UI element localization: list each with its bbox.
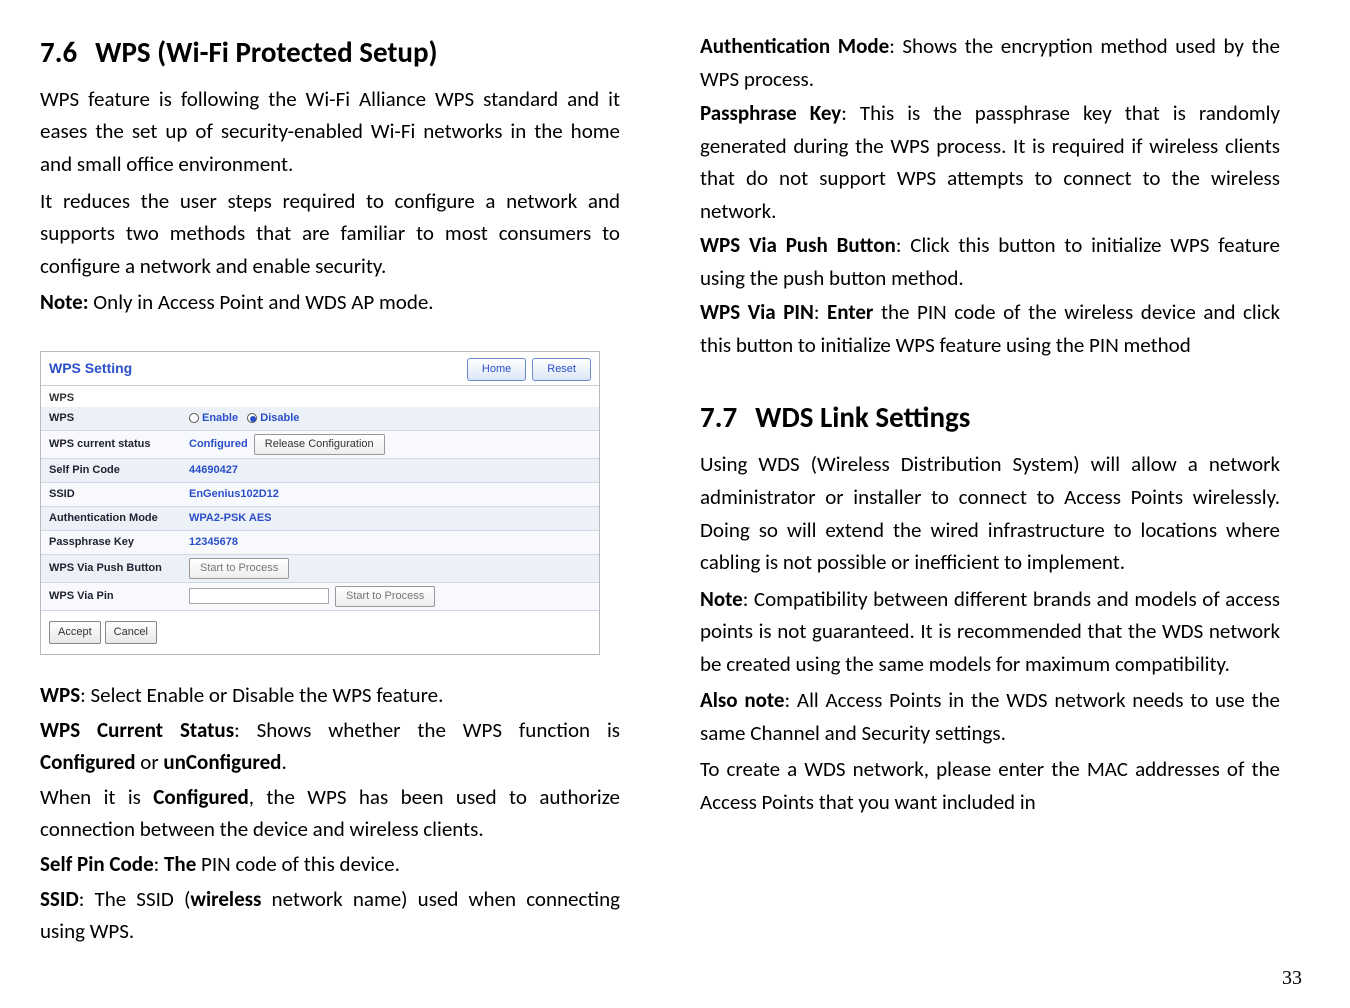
wds-note: Note: Compatibility between different br… [700,583,1280,681]
pin-start-button[interactable]: Start to Process [335,586,435,607]
table-row: WPS current status Configured Release Co… [41,430,599,458]
enable-radio[interactable] [189,413,199,423]
push-row-label: WPS Via Push Button [41,555,181,583]
note-text: Only in Access Point and WDS AP mode. [89,289,434,315]
wps-settings-table: WPS Enable Disable WPS current status Co… [41,407,599,611]
wps-settings-screenshot: WPS Setting Home Reset WPS WPS Enable Di… [40,351,600,656]
def-ssid: SSID: The SSID (wireless network name) u… [40,883,620,948]
table-row: Self Pin Code 44690427 [41,458,599,482]
def-selfpin-colon: : [154,851,164,877]
intro-para-1: WPS feature is following the Wi-Fi Allia… [40,83,620,181]
def-viapin-colon: : [814,299,827,325]
release-config-button[interactable]: Release Configuration [254,434,385,455]
def-pushbutton: WPS Via Push Button: Click this button t… [700,229,1280,294]
cfg-p1a: When it is [40,784,153,810]
wds-para-2: To create a WDS network, please enter th… [700,753,1280,818]
def-wps-term: WPS [40,682,80,708]
table-row: WPS Via Pin Start to Process [41,583,599,611]
def-curstatus-body1: : Shows whether the WPS function is [234,717,620,743]
cancel-button[interactable]: Cancel [105,621,157,644]
page-number: 33 [1282,967,1302,990]
selfpin-row-label: Self Pin Code [41,458,181,482]
def-configured-word: Configured [40,749,136,775]
def-unconfigured-word: unConfigured [163,749,281,775]
disable-radio[interactable] [247,413,257,423]
selfpin-value: 44690427 [181,458,599,482]
reset-button[interactable]: Reset [532,358,591,381]
def-wireless-word: wireless [190,886,261,912]
ssid-row-label: SSID [41,483,181,507]
section-heading-7-6: 7.6 WPS (Wi-Fi Protected Setup) [40,30,620,75]
def-curstatus-term: WPS Current Status [40,717,234,743]
def-viapin-term: WPS Via PIN [700,299,814,325]
left-column: 7.6 WPS (Wi-Fi Protected Setup) WPS featu… [40,30,620,950]
section-title: WPS (Wi-Fi Protected Setup) [95,34,437,70]
def-wps: WPS: Select Enable or Disable the WPS fe… [40,679,620,712]
def-ssid-term: SSID [40,886,79,912]
cfg-p1b: Configured [153,784,249,810]
accept-button[interactable]: Accept [49,621,101,644]
status-row-label: WPS current status [41,430,181,458]
disable-label: Disable [260,412,299,424]
def-current-status: WPS Current Status: Shows whether the WP… [40,714,620,779]
definitions-right: Authentication Mode: Shows the encryptio… [700,30,1280,361]
def-or: or [136,749,164,775]
def-selfpin-body: PIN code of this device. [196,851,400,877]
note-line: Note: Only in Access Point and WDS AP mo… [40,286,620,319]
wds-also-label: Also note [700,687,785,713]
def-wps-body: : Select Enable or Disable the WPS featu… [80,682,443,708]
right-column: Authentication Mode: Shows the encryptio… [700,30,1280,950]
def-selfpin-the: The [164,851,196,877]
def-selfpin-term: Self Pin Code [40,851,154,877]
table-row: WPS Enable Disable [41,407,599,431]
def-passkey: Passphrase Key: This is the passphrase k… [700,97,1280,227]
def-configured-explain: When it is Configured, the WPS has been … [40,781,620,846]
table-row: SSID EnGenius102D12 [41,483,599,507]
def-pushbutton-term: WPS Via Push Button [700,232,896,258]
def-authmode: Authentication Mode: Shows the encryptio… [700,30,1280,95]
home-button[interactable]: Home [467,358,526,381]
status-value: Configured [189,438,248,450]
enable-label: Enable [202,412,238,424]
section-number-77: 7.7 [700,399,737,435]
pass-value: 12345678 [181,531,599,555]
def-dot: . [281,749,286,775]
wds-also-note: Also note: All Access Points in the WDS … [700,684,1280,749]
table-row: Passphrase Key 12345678 [41,531,599,555]
screenshot-title: WPS Setting [49,358,132,380]
wds-note-body: : Compatibility between different brands… [700,586,1280,677]
screenshot-header: WPS Setting Home Reset [41,352,599,386]
def-enter-word: Enter [827,299,873,325]
wds-note-label: Note [700,586,743,612]
auth-value: WPA2-PSK AES [181,507,599,531]
table-row: WPS Via Push Button Start to Process [41,555,599,583]
def-ssid-body1: : The SSID ( [79,886,191,912]
section-number: 7.6 [40,34,77,70]
pin-row-label: WPS Via Pin [41,583,181,611]
intro-para-2: It reduces the user steps required to co… [40,185,620,283]
pass-row-label: Passphrase Key [41,531,181,555]
note-label: Note: [40,289,89,315]
section-title-77: WDS Link Settings [755,399,970,435]
push-start-button[interactable]: Start to Process [189,558,289,579]
section-heading-7-7: 7.7 WDS Link Settings [700,395,1280,440]
def-viapin: WPS Via PIN: Enter the PIN code of the w… [700,296,1280,361]
def-authmode-term: Authentication Mode [700,33,889,59]
def-passkey-term: Passphrase Key [700,100,841,126]
definitions-left: WPS: Select Enable or Disable the WPS fe… [40,679,620,947]
wps-section-label: WPS [41,386,599,407]
def-selfpin: Self Pin Code: The PIN code of this devi… [40,848,620,881]
wds-para-1: Using WDS (Wireless Distribution System)… [700,448,1280,578]
wds-also-body: : All Access Points in the WDS network n… [700,687,1280,746]
table-row: Authentication Mode WPA2-PSK AES [41,507,599,531]
ssid-value: EnGenius102D12 [181,483,599,507]
auth-row-label: Authentication Mode [41,507,181,531]
wps-row-label: WPS [41,407,181,431]
pin-input[interactable] [189,588,329,604]
